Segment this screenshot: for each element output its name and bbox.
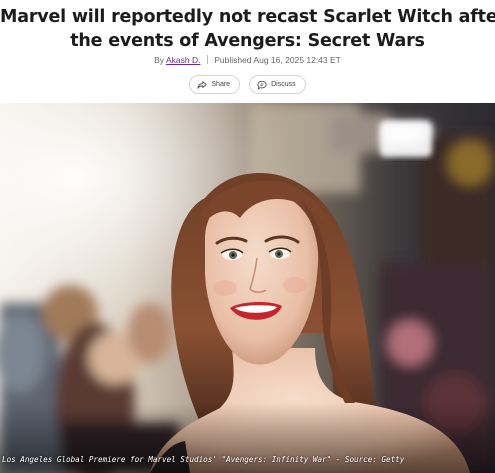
discuss-button[interactable]: Discuss [249, 75, 306, 94]
speech-bubble-icon [257, 80, 267, 90]
author-link[interactable]: Akash D. [166, 55, 201, 65]
headline-line-1: Marvel will reportedly not recast Scarle… [0, 7, 495, 27]
article-actions: Share Discuss [0, 75, 495, 94]
article-page: Marvel will reportedly not recast Scarle… [0, 0, 495, 473]
share-label: Share [211, 81, 231, 88]
byline: By Akash D. Published Aug 16, 2025 12:43… [0, 55, 495, 65]
image-caption: Los Angeles Global Premiere for Marvel S… [2, 455, 405, 464]
share-arrow-icon [197, 80, 207, 89]
byline-divider [206, 55, 208, 64]
published-date: Published Aug 16, 2025 12:43 ET [214, 55, 341, 65]
share-button[interactable]: Share [189, 75, 241, 94]
hero-image [0, 103, 495, 473]
article-headline: Marvel will reportedly not recast Scarle… [0, 5, 495, 53]
byline-prefix: By [154, 55, 165, 65]
discuss-label: Discuss [271, 81, 296, 88]
hero-photo [0, 103, 495, 473]
headline-line-2: the events of Avengers: Secret Wars [70, 31, 425, 51]
